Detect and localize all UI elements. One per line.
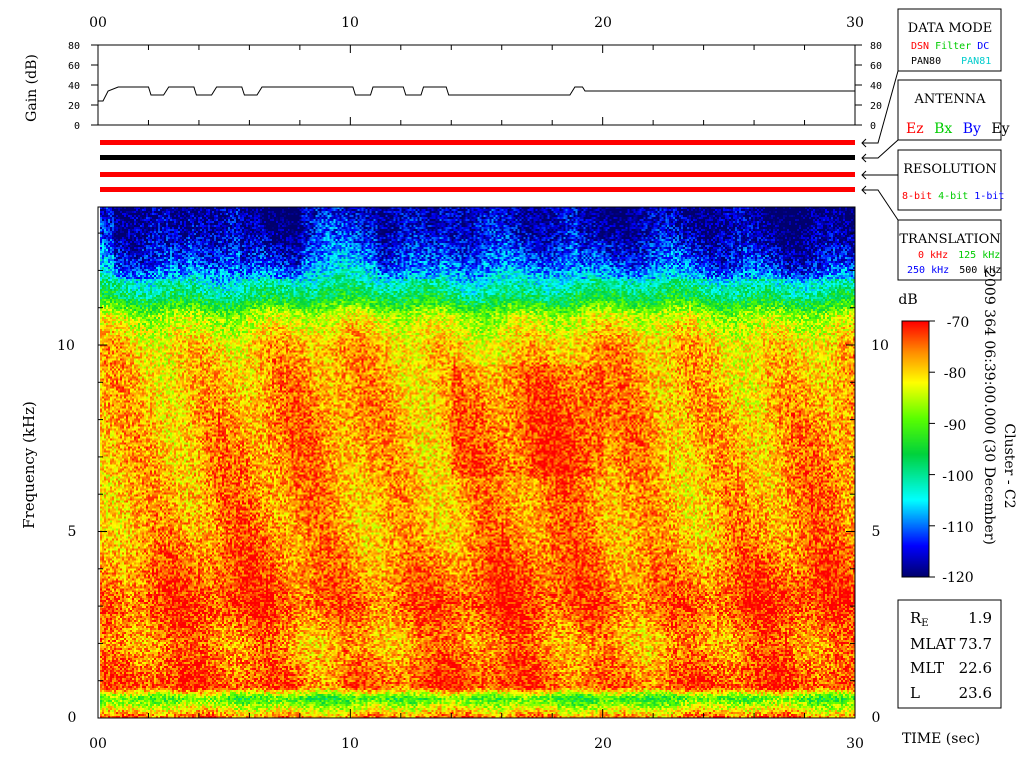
x-tick-label: 10 <box>341 736 359 752</box>
legend-item: 125 kHz <box>958 250 1000 261</box>
colorbar-label: dB <box>898 292 917 308</box>
legend-antenna: ANTENNA Ez Bx By Ey <box>897 79 1010 141</box>
orbit-label: L <box>910 684 920 702</box>
legend-title: TRANSLATION <box>899 232 1000 247</box>
connector-translation <box>862 189 899 221</box>
colorbar-tick-label: -90 <box>944 418 967 434</box>
legend-item: 8-bit <box>902 191 932 202</box>
gain-tick-label: 60 <box>68 61 80 72</box>
colorbar-tick-label: -80 <box>944 366 967 382</box>
gain-panel: Gain (dB) 0 20 40 60 80 0 20 40 60 80 00 10 20 3… <box>24 15 882 132</box>
top-xtick-label: 10 <box>341 15 359 31</box>
orbit-value: 23.6 <box>959 684 992 702</box>
side-caption-date: 2009 364 06:39:00.000 (30 December) <box>981 269 997 545</box>
legend-item: Ez <box>906 121 924 137</box>
gain-tick-label: 0 <box>74 121 80 132</box>
top-xtick-label: 00 <box>89 15 107 31</box>
gain-tick-label: 20 <box>870 101 882 112</box>
gain-tick-label: 40 <box>68 81 80 92</box>
y-tick-label-right: 10 <box>871 338 889 354</box>
y-tick-label-right: 0 <box>872 710 881 726</box>
y-tick-label: 5 <box>68 524 77 540</box>
figure-overlay: Gain (dB) 020406080 020406080 00 10 20 3… <box>20 8 1017 752</box>
status-bar <box>100 140 855 145</box>
legend-item: DSN <box>911 41 929 52</box>
gain-curve <box>98 86 855 102</box>
x-tick-label: 20 <box>594 736 612 752</box>
legend-item: 4-bit <box>938 191 968 202</box>
legend-data-mode: DATA MODE DSN Filter DC PAN80 PAN81 <box>897 8 1002 72</box>
legend-item: DC <box>977 41 989 52</box>
colorbar-ticks <box>929 320 935 578</box>
gain-yticks-left: 0 20 40 60 80 <box>68 41 98 132</box>
orbit-info-table: RE 1.9 MLAT 73.7 MLT 22.6 L 23.6 <box>897 599 1002 709</box>
x-tick-label: 30 <box>846 736 864 752</box>
orbit-value: 22.6 <box>959 659 992 677</box>
legend-item: 0 kHz <box>918 250 948 261</box>
gain-tick-label: 20 <box>68 101 80 112</box>
orbit-label: MLT <box>910 659 944 677</box>
status-bars <box>100 140 855 192</box>
gain-tick-label: 80 <box>870 41 882 52</box>
y-tick-label-right: 5 <box>872 524 881 540</box>
y-tick-label: 10 <box>57 338 75 354</box>
spectrogram-frame <box>97 206 856 719</box>
legend-item: Ey <box>991 121 1009 137</box>
orbit-label-main: R <box>910 609 922 627</box>
gain-panel-frame <box>97 44 856 126</box>
legend-item: Filter <box>935 41 971 52</box>
x-tick-label: 00 <box>89 736 107 752</box>
gain-tick-label: 40 <box>870 81 882 92</box>
legend-item: PAN81 <box>961 56 991 67</box>
status-bar <box>100 172 855 177</box>
legend-item: Bx <box>934 121 952 137</box>
legend-title: RESOLUTION <box>903 162 997 177</box>
legend-item: 1-bit <box>974 191 1004 202</box>
legend-resolution: RESOLUTION 8-bit 4-bit 1-bit <box>897 149 1004 211</box>
legend-item: 250 kHz <box>907 265 949 276</box>
status-bar <box>100 187 855 192</box>
colorbar-tick-label: -70 <box>947 315 970 331</box>
y-tick-label: 0 <box>68 710 77 726</box>
y-axis-label: Frequency (kHz) <box>20 401 38 529</box>
colorbar: dB -70 -80 -90 -100 -110 -120 <box>898 292 973 586</box>
colorbar-tick-label: -100 <box>942 469 973 485</box>
legend-connectors <box>861 70 899 221</box>
gain-tick-label: 0 <box>870 121 876 132</box>
status-bar <box>100 155 855 160</box>
x-axis-label: TIME (sec) <box>902 731 980 747</box>
legend-item: By <box>963 121 981 137</box>
gain-xticks <box>97 45 856 125</box>
colorbar-tick-label: -120 <box>942 570 973 586</box>
top-xtick-label: 30 <box>846 15 864 31</box>
legend-item: PAN80 <box>911 56 941 67</box>
orbit-label: MLAT <box>910 635 955 653</box>
top-xtick-label: 20 <box>594 15 612 31</box>
gain-tick-label: 60 <box>870 61 882 72</box>
legend-row: 8-bit 4-bit 1-bit <box>902 191 1004 202</box>
spectrogram-ticks <box>97 232 856 719</box>
spectrogram-axes: 00 10 20 30 0 5 10 0 5 10 Frequency (kHz… <box>20 206 980 752</box>
gain-yticks-right: 0 20 40 60 80 <box>855 41 882 132</box>
orbit-label-sub: E <box>921 618 928 629</box>
side-caption-spacecraft: Cluster - C2 <box>1001 423 1017 508</box>
colorbar-tick-label: -110 <box>942 520 973 536</box>
orbit-value: 1.9 <box>968 609 992 627</box>
legend-title: DATA MODE <box>908 21 992 36</box>
legend-title: ANTENNA <box>913 92 986 107</box>
colorbar-frame <box>901 320 930 578</box>
legend-row: DSN Filter DC <box>911 41 989 52</box>
gain-tick-label: 80 <box>68 41 80 52</box>
gain-axis-label: Gain (dB) <box>24 54 40 122</box>
orbit-value: 73.7 <box>959 635 992 653</box>
legend-row: 0 kHz 125 kHz <box>918 250 1000 261</box>
